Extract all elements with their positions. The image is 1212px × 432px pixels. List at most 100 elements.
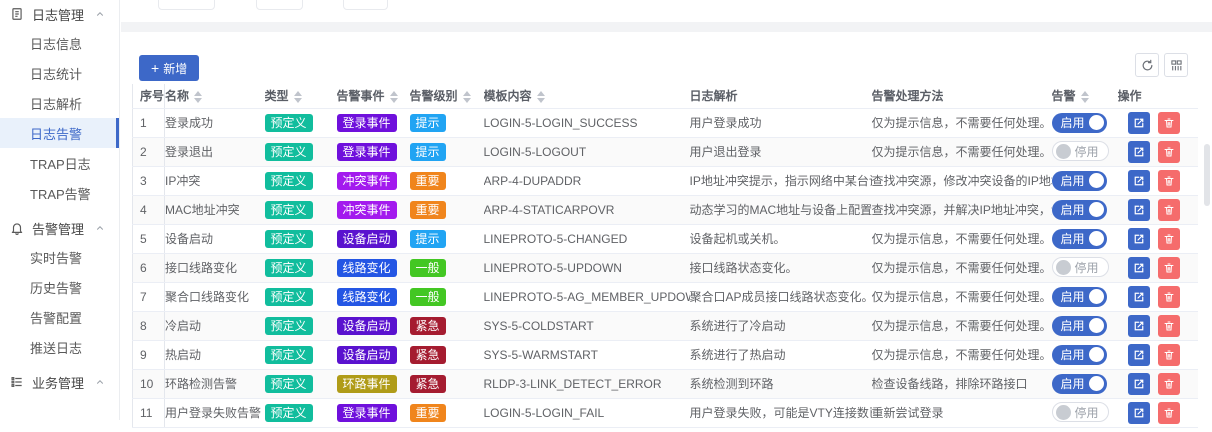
sidebar-item-历史告警[interactable]: 历史告警 bbox=[0, 272, 119, 302]
edit-button[interactable] bbox=[1128, 373, 1150, 395]
event-badge: 设备启动 bbox=[337, 230, 397, 248]
refresh-button[interactable] bbox=[1135, 53, 1159, 77]
sidebar-item-告警配置[interactable]: 告警配置 bbox=[0, 302, 119, 332]
type-badge: 预定义 bbox=[265, 288, 313, 306]
ops-cell bbox=[1118, 253, 1198, 282]
sidebar-item-日志统计[interactable]: 日志统计 bbox=[0, 58, 119, 88]
sidebar-section-label: 日志管理 bbox=[32, 5, 84, 24]
alarm-toggle-on[interactable]: 启用 bbox=[1052, 113, 1107, 133]
toggle-knob bbox=[1089, 231, 1104, 246]
event-cell: 环路事件 bbox=[337, 369, 410, 398]
column-header-type[interactable]: 类型 bbox=[265, 84, 337, 108]
sort-icon[interactable] bbox=[294, 91, 302, 103]
template-cell: SYS-5-COLDSTART bbox=[484, 311, 690, 340]
column-header-event[interactable]: 告警事件 bbox=[337, 84, 410, 108]
edit-button[interactable] bbox=[1128, 257, 1150, 279]
trash-icon bbox=[1163, 204, 1175, 216]
edit-button[interactable] bbox=[1128, 112, 1150, 134]
sidebar-section-label: 告警管理 bbox=[32, 219, 84, 238]
alarm-toggle-off[interactable]: 停用 bbox=[1052, 257, 1109, 277]
name-cell: IP冲突 bbox=[165, 166, 265, 195]
sort-icon[interactable] bbox=[537, 91, 545, 103]
column-header-name[interactable]: 名称 bbox=[165, 84, 265, 108]
sidebar: 日志管理日志信息日志统计日志解析日志告警 TRAP日志TRAP告警告警管理实时告警… bbox=[0, 0, 120, 420]
sidebar-item-推送日志[interactable]: 推送日志 bbox=[0, 332, 119, 362]
level-badge: 提示 bbox=[410, 143, 446, 161]
add-button[interactable]: + 新增 bbox=[139, 55, 199, 81]
toolbar: + 新增 bbox=[121, 32, 1212, 84]
column-label: 名称 bbox=[165, 89, 189, 103]
type-cell: 预定义 bbox=[265, 108, 337, 137]
delete-button[interactable] bbox=[1158, 373, 1180, 395]
sidebar-item-label: 日志告警 bbox=[30, 124, 82, 143]
template-cell: LINEPROTO-5-UPDOWN bbox=[484, 253, 690, 282]
delete-button[interactable] bbox=[1158, 257, 1180, 279]
column-settings-button[interactable] bbox=[1164, 53, 1188, 77]
delete-button[interactable] bbox=[1158, 315, 1180, 337]
sort-icon[interactable] bbox=[194, 91, 202, 103]
edit-button[interactable] bbox=[1128, 286, 1150, 308]
delete-button[interactable] bbox=[1158, 141, 1180, 163]
edit-button[interactable] bbox=[1128, 402, 1150, 424]
edit-button[interactable] bbox=[1128, 199, 1150, 221]
parse-cell: 设备起机或关机。 bbox=[690, 224, 872, 253]
sidebar-item-TRAP日志[interactable]: TRAP日志 bbox=[0, 148, 119, 178]
sidebar-item-实时告警[interactable]: 实时告警 bbox=[0, 242, 119, 272]
delete-button[interactable] bbox=[1158, 170, 1180, 192]
sidebar-item-日志告警[interactable]: 日志告警 bbox=[0, 118, 119, 148]
alarm-toggle-on[interactable]: 启用 bbox=[1052, 200, 1107, 220]
edit-button[interactable] bbox=[1128, 315, 1150, 337]
sidebar-section-告警管理[interactable]: 告警管理 bbox=[0, 214, 119, 242]
filter-input[interactable] bbox=[343, 0, 388, 10]
alarm-toggle-off[interactable]: 停用 bbox=[1052, 141, 1109, 161]
sort-icon[interactable] bbox=[1081, 91, 1089, 103]
edit-icon bbox=[1133, 233, 1145, 245]
column-header-template[interactable]: 模板内容 bbox=[484, 84, 690, 108]
sidebar-item-label: 历史告警 bbox=[30, 278, 82, 297]
alarm-toggle-off[interactable]: 停用 bbox=[1052, 402, 1109, 422]
sort-icon[interactable] bbox=[390, 91, 398, 103]
table-scrollbar[interactable] bbox=[1204, 112, 1210, 432]
column-settings-icon bbox=[1170, 59, 1183, 72]
sidebar-item-TRAP告警[interactable]: TRAP告警 bbox=[0, 178, 119, 208]
ops-cell bbox=[1118, 137, 1198, 166]
delete-button[interactable] bbox=[1158, 286, 1180, 308]
sidebar-section-label: 业务管理 bbox=[32, 373, 84, 392]
table-card: + 新增 bbox=[121, 32, 1212, 432]
delete-button[interactable] bbox=[1158, 344, 1180, 366]
edit-button[interactable] bbox=[1128, 344, 1150, 366]
delete-button[interactable] bbox=[1158, 199, 1180, 221]
row-index: 7 bbox=[133, 282, 165, 311]
filter-input[interactable] bbox=[158, 0, 215, 10]
alarm-toggle-on[interactable]: 启用 bbox=[1052, 287, 1107, 307]
sidebar-section-日志管理[interactable]: 日志管理 bbox=[0, 0, 119, 28]
edit-icon bbox=[1133, 320, 1145, 332]
edit-button[interactable] bbox=[1128, 170, 1150, 192]
alarm-toggle-on[interactable]: 启用 bbox=[1052, 374, 1107, 394]
filter-input[interactable] bbox=[256, 0, 303, 10]
column-header-alarm[interactable]: 告警 bbox=[1052, 84, 1118, 108]
plus-icon: + bbox=[151, 61, 159, 75]
edit-button[interactable] bbox=[1128, 141, 1150, 163]
sidebar-section-业务管理[interactable]: 业务管理 bbox=[0, 368, 119, 396]
column-header-level[interactable]: 告警级别 bbox=[410, 84, 484, 108]
sidebar-item-日志解析[interactable]: 日志解析 bbox=[0, 88, 119, 118]
alarm-toggle-on[interactable]: 启用 bbox=[1052, 171, 1107, 191]
name-cell: 登录成功 bbox=[165, 108, 265, 137]
delete-button[interactable] bbox=[1158, 402, 1180, 424]
trash-icon bbox=[1163, 291, 1175, 303]
alarm-toggle-on[interactable]: 启用 bbox=[1052, 316, 1107, 336]
alarm-toggle-on[interactable]: 启用 bbox=[1052, 345, 1107, 365]
sidebar-item-日志信息[interactable]: 日志信息 bbox=[0, 28, 119, 58]
event-badge: 环路事件 bbox=[337, 375, 397, 393]
edit-button[interactable] bbox=[1128, 228, 1150, 250]
edit-icon bbox=[1133, 117, 1145, 129]
template-cell: RLDP-3-LINK_DETECT_ERROR bbox=[484, 369, 690, 398]
scrollbar-thumb[interactable] bbox=[1204, 144, 1210, 206]
delete-button[interactable] bbox=[1158, 228, 1180, 250]
event-cell: 冲突事件 bbox=[337, 166, 410, 195]
delete-button[interactable] bbox=[1158, 112, 1180, 134]
sort-icon[interactable] bbox=[463, 91, 471, 103]
alarm-toggle-on[interactable]: 启用 bbox=[1052, 229, 1107, 249]
alert-table: 序号名称类型告警事件告警级别模板内容日志解析告警处理方法告警操作 1登录成功预定… bbox=[132, 84, 1198, 428]
